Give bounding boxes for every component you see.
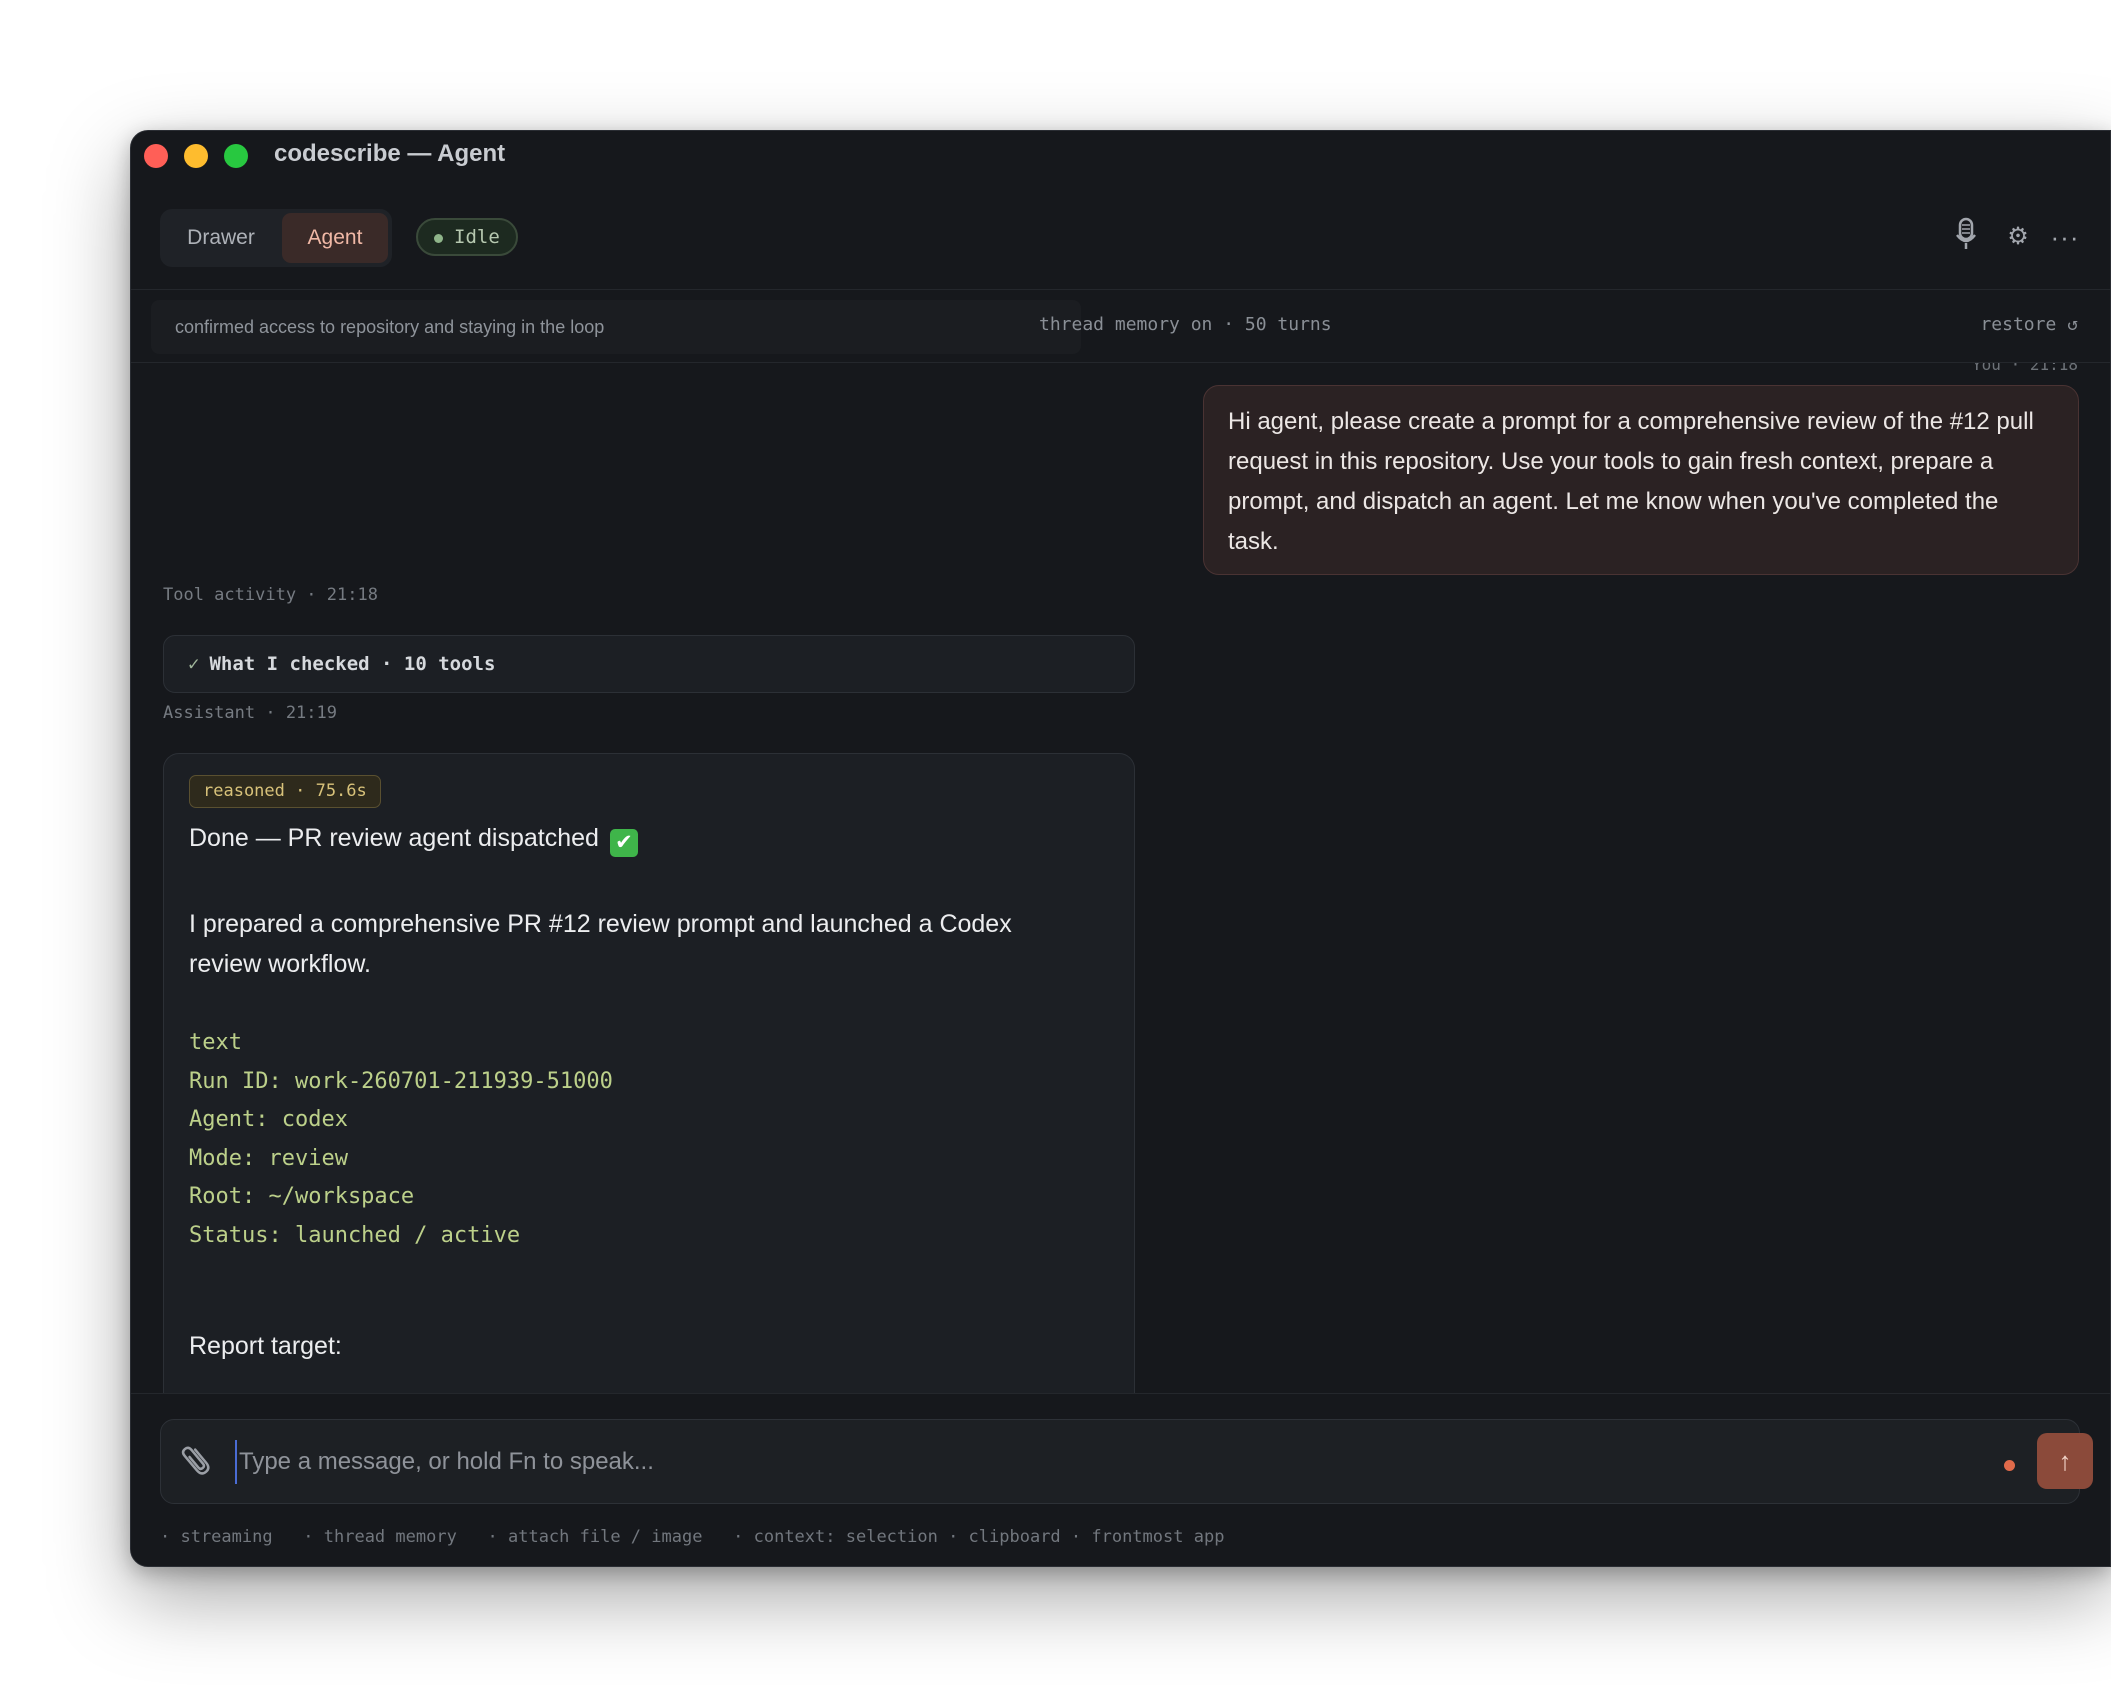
minimize-window-button[interactable]	[184, 144, 208, 168]
assistant-headline: Done — PR review agent dispatched ✔	[189, 824, 638, 857]
tab-agent[interactable]: Agent	[282, 213, 388, 263]
app-window: codescribe — Agent Drawer Agent Idle ⚙ ·…	[130, 130, 2111, 1567]
status-label: Idle	[454, 226, 500, 248]
user-message-meta: You · 21:18	[1972, 363, 2078, 374]
conversation: You · 21:18 Hi agent, please create a pr…	[131, 363, 2110, 1423]
checkmark-icon: ✓	[188, 653, 200, 675]
tool-activity-label: What I checked · 10 tools	[209, 653, 496, 675]
status-badge: Idle	[416, 218, 518, 256]
toolbar: Drawer Agent Idle ⚙ ···	[131, 209, 2110, 289]
code-line: Root: ~/workspace	[189, 1184, 415, 1209]
thread-memory-bar: confirmed access to repository and stayi…	[131, 289, 2110, 363]
reasoning-badge[interactable]: reasoned · 75.6s	[189, 775, 381, 808]
code-line: Run ID: work-260701-211939-51000	[189, 1068, 613, 1094]
status-dot-icon	[434, 234, 443, 243]
user-message: Hi agent, please create a prompt for a c…	[1203, 385, 2079, 575]
report-target-label: Report target:	[189, 1332, 342, 1360]
composer-hints: · streaming · thread memory · attach fil…	[160, 1527, 1225, 1547]
message-composer: ↑	[160, 1419, 2093, 1504]
code-line: Status: launched / active	[189, 1222, 521, 1248]
code-line: Mode: review	[189, 1145, 348, 1171]
assistant-paragraph: I prepared a comprehensive PR #12 review…	[189, 910, 1012, 978]
title-bar: codescribe — Agent	[131, 131, 2110, 181]
assistant-message: reasoned · 75.6s Done — PR review agent …	[163, 753, 1135, 1423]
tab-drawer[interactable]: Drawer	[164, 213, 278, 263]
message-input[interactable]	[235, 1440, 1935, 1484]
close-window-button[interactable]	[144, 144, 168, 168]
window-title: codescribe — Agent	[274, 140, 506, 167]
memory-status: thread memory on · 50 turns	[1039, 314, 1332, 335]
headline-text: Done — PR review agent dispatched	[189, 824, 599, 852]
assistant-message-meta: Assistant · 21:19	[163, 703, 337, 723]
arrow-up-icon: ↑	[2058, 1446, 2072, 1476]
send-button[interactable]: ↑	[2037, 1433, 2093, 1489]
more-icon[interactable]: ···	[2047, 217, 2083, 257]
recording-indicator-icon	[2004, 1460, 2015, 1471]
check-mark-button-icon: ✔	[609, 829, 638, 857]
tool-activity-summary[interactable]: ✓ What I checked · 10 tools	[163, 635, 1135, 693]
paperclip-icon[interactable]	[170, 1432, 229, 1491]
mode-switcher: Drawer Agent	[160, 209, 392, 267]
composer-area: ↑ · streaming · thread memory · attach f…	[131, 1393, 2110, 1566]
code-block: text Run ID: work-260701-211939-51000 Ag…	[189, 1024, 613, 1255]
gear-icon[interactable]: ⚙	[2000, 217, 2036, 257]
memory-summary: confirmed access to repository and stayi…	[151, 300, 1081, 354]
restore-button[interactable]: restore ↺	[1980, 314, 2078, 335]
zoom-window-button[interactable]	[224, 144, 248, 168]
code-line: Agent: codex	[189, 1107, 348, 1132]
microphone-icon[interactable]	[1948, 217, 1984, 257]
tool-activity-meta: Tool activity · 21:18	[163, 585, 378, 605]
code-line: text	[189, 1030, 242, 1055]
